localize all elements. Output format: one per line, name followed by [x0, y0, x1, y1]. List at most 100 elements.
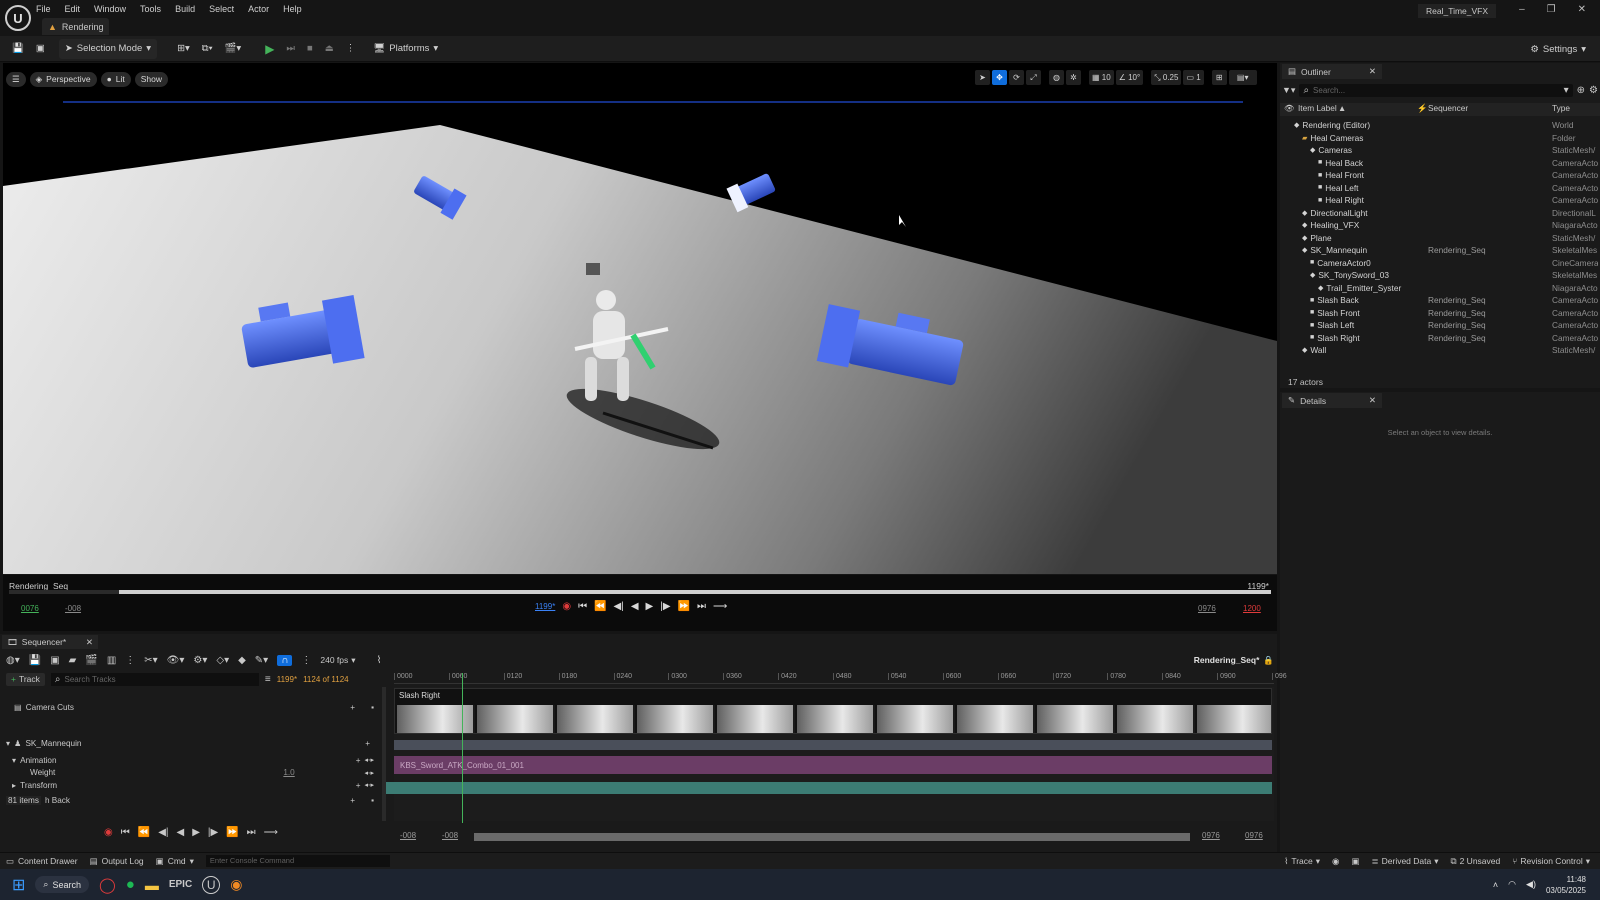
- track-search-input[interactable]: ⌕ Search Tracks: [50, 672, 259, 686]
- track-weight[interactable]: Weight 1.0 ◂◦▸: [30, 768, 374, 777]
- play-forward-icon[interactable]: ▶: [192, 827, 200, 838]
- jump-end-icon[interactable]: ⏭: [247, 827, 256, 838]
- outliner-row[interactable]: ■ Heal Left CameraActo: [1280, 182, 1600, 195]
- record-icon[interactable]: ◉: [562, 601, 571, 612]
- reverse-play-icon[interactable]: ◀: [176, 827, 184, 838]
- unreal-logo-icon[interactable]: U: [5, 5, 31, 31]
- more-icon[interactable]: ⋮: [301, 655, 311, 666]
- record-icon[interactable]: ◉: [104, 827, 113, 838]
- key-icon[interactable]: ◇▾: [216, 655, 229, 666]
- eject-icon[interactable]: ⏏: [319, 39, 340, 59]
- playback-scrub-bar[interactable]: [9, 590, 1271, 594]
- level-viewport[interactable]: [3, 63, 1277, 574]
- outliner-row[interactable]: ■ Slash Left Rendering_Seq CameraActo: [1280, 319, 1600, 332]
- close-icon[interactable]: ✕: [1369, 395, 1376, 406]
- source-control-icon[interactable]: ▣: [1351, 856, 1359, 867]
- key-tools-icon[interactable]: ✂▾: [144, 655, 157, 666]
- expand-icon[interactable]: ▸: [12, 780, 16, 790]
- expand-icon[interactable]: ▾: [6, 738, 10, 748]
- more-icon[interactable]: ▪: [371, 796, 374, 805]
- add-track-button[interactable]: + Track: [6, 672, 45, 686]
- minimize-icon[interactable]: –: [1519, 4, 1525, 15]
- outliner-row[interactable]: ▰ Heal Cameras Folder: [1280, 132, 1600, 145]
- view-range-start[interactable]: -008: [400, 831, 416, 840]
- camera-cut-section[interactable]: Slash Right: [394, 688, 1272, 734]
- windows-start-icon[interactable]: ⊞: [12, 875, 25, 895]
- track-camera-cuts[interactable]: ▤ Camera Cuts + ▪: [14, 702, 374, 713]
- rotation-snap-button[interactable]: ∠ 10°: [1115, 70, 1144, 85]
- view-range-start-2[interactable]: -008: [442, 831, 458, 840]
- add-icon[interactable]: +: [350, 796, 355, 805]
- outliner-tab[interactable]: ▤ Outliner ✕: [1282, 64, 1382, 79]
- volume-icon[interactable]: ◀): [1526, 879, 1536, 890]
- next-frame-icon[interactable]: |▶: [660, 601, 670, 612]
- prev-frame-icon[interactable]: ◀|: [158, 827, 168, 838]
- step-back-icon[interactable]: ⏪: [594, 601, 606, 612]
- expand-icon[interactable]: ▾: [12, 755, 16, 765]
- key-nav-icon[interactable]: ◂◦▸: [364, 769, 374, 777]
- timeline-area[interactable]: Slash Right KBS_Sword_ATK_Combo_01_001: [386, 673, 1274, 823]
- lock-icon[interactable]: 🔒: [1263, 655, 1274, 666]
- outliner-row[interactable]: ◆ DirectionalLight DirectionalL: [1280, 207, 1600, 220]
- lit-button[interactable]: ● Lit: [100, 71, 131, 87]
- loop-icon[interactable]: ⟶: [713, 601, 727, 612]
- next-frame-icon[interactable]: |▶: [208, 827, 218, 838]
- add-filter-icon[interactable]: ⊕: [1577, 85, 1585, 96]
- render-movie-icon[interactable]: 🎬: [85, 655, 97, 666]
- add-icon[interactable]: +: [356, 781, 361, 790]
- jump-start-icon[interactable]: ⏮: [121, 827, 130, 838]
- perspective-button[interactable]: ◈ Perspective: [29, 71, 97, 87]
- menu-actor[interactable]: Actor: [248, 4, 269, 14]
- time-ruler[interactable]: 0000 0060 0120 0180 0240 0300 0360 0420 0480 0540…: [394, 672, 1287, 684]
- fps-dropdown[interactable]: 240 fps ▾: [320, 655, 355, 666]
- track-transform[interactable]: ▸ Transform + ◂◦▸: [12, 780, 374, 791]
- view-range-scrollbar[interactable]: [474, 833, 1190, 841]
- scale-snap-button[interactable]: ⤡ 0.25: [1151, 70, 1182, 85]
- menu-help[interactable]: Help: [283, 4, 302, 14]
- outliner-search-input[interactable]: ⌕ Search... ▾: [1299, 84, 1573, 97]
- outliner-row[interactable]: ◆ Healing_VFX NiagaraActo: [1280, 219, 1600, 232]
- step-back-icon[interactable]: ⏪: [138, 827, 150, 838]
- world-space-icon[interactable]: ◍: [1049, 70, 1064, 85]
- gear-icon[interactable]: ⚙: [1589, 85, 1598, 96]
- platforms-button[interactable]: 🖥 Platforms ▾: [367, 39, 444, 59]
- reverse-play-icon[interactable]: ◀: [631, 601, 639, 612]
- play-icon[interactable]: ▶: [259, 39, 280, 59]
- weight-value[interactable]: 1.0: [283, 768, 294, 777]
- col-type[interactable]: Type: [1552, 103, 1570, 113]
- record-status-icon[interactable]: ◉: [1332, 856, 1339, 867]
- view-range-end-2[interactable]: 0976: [1245, 831, 1263, 840]
- add-icon[interactable]: +: [356, 756, 361, 765]
- wifi-icon[interactable]: ◠: [1508, 879, 1516, 890]
- revision-control-button[interactable]: ⑂ Revision Control ▾: [1512, 856, 1590, 867]
- outliner-row[interactable]: ■ CameraActor0 CineCamera: [1280, 257, 1600, 270]
- close-icon[interactable]: ✕: [1369, 66, 1376, 77]
- cmd-dropdown[interactable]: ▣ Cmd ▾: [156, 856, 194, 867]
- translate-tool-icon[interactable]: ✥: [992, 70, 1007, 85]
- derived-data-button[interactable]: ≣ Derived Data ▾: [1372, 856, 1439, 867]
- content-browser-icon[interactable]: ▣: [30, 39, 51, 59]
- menu-window[interactable]: Window: [94, 4, 126, 14]
- step-forward-icon[interactable]: ⏩: [226, 827, 238, 838]
- outliner-row[interactable]: ◆ Trail_Emitter_Syster NiagaraActo: [1280, 282, 1600, 295]
- outliner-row[interactable]: ■ Slash Front Rendering_Seq CameraActo: [1280, 307, 1600, 320]
- scale-tool-icon[interactable]: ⤢: [1026, 70, 1041, 85]
- maximize-icon[interactable]: ❐: [1547, 4, 1556, 15]
- actions-icon[interactable]: ⋮: [125, 655, 135, 666]
- auto-key-icon[interactable]: ◆: [238, 655, 246, 666]
- outliner-row[interactable]: ■ Heal Back CameraActo: [1280, 157, 1600, 170]
- outliner-row[interactable]: ◆ SK_TonySword_03 SkeletalMes: [1280, 269, 1600, 282]
- key-nav-icon[interactable]: ◂◦▸: [364, 756, 374, 764]
- loop-icon[interactable]: ⟶: [264, 827, 278, 838]
- blueprint-icon[interactable]: ⧉▾: [196, 39, 219, 59]
- opera-icon[interactable]: ◯: [99, 876, 116, 894]
- epic-games-icon[interactable]: EPIC: [169, 879, 192, 890]
- col-sequencer[interactable]: Sequencer: [1428, 103, 1468, 113]
- add-actor-icon[interactable]: ⊞▾: [171, 39, 196, 59]
- outliner-row[interactable]: ◆ Cameras StaticMesh/: [1280, 144, 1600, 157]
- more-icon[interactable]: ⋮: [340, 39, 362, 59]
- tray-chevron-icon[interactable]: ˄: [1493, 880, 1498, 890]
- key-nav-icon[interactable]: ◂◦▸: [364, 781, 374, 789]
- play-forward-icon[interactable]: ▶: [646, 601, 654, 612]
- viewport-layout-icon[interactable]: ▤▾: [1228, 70, 1257, 85]
